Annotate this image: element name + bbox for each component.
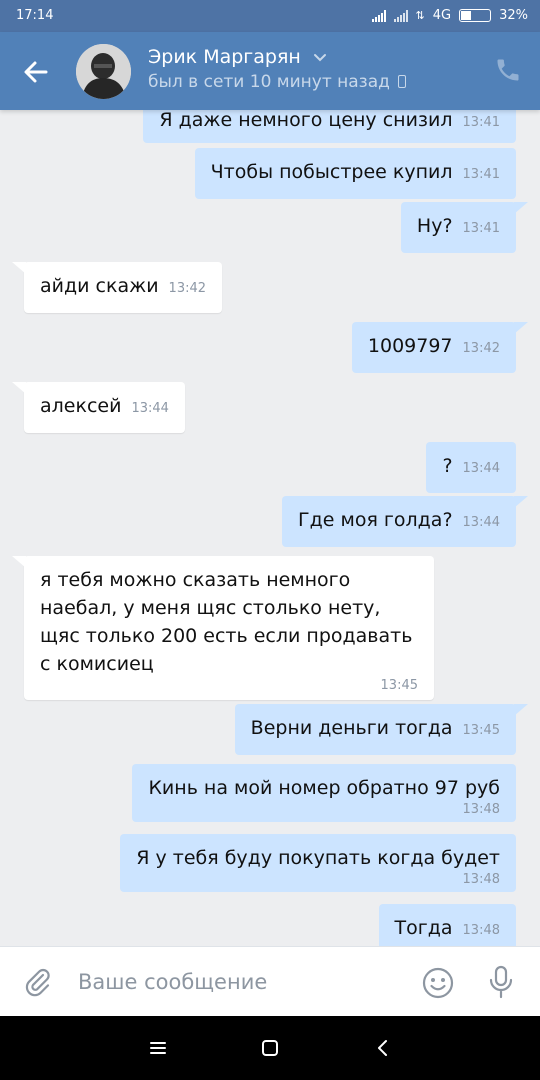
status-time: 17:14 xyxy=(16,8,54,23)
message-time: 13:44 xyxy=(131,401,169,416)
last-seen-text: был в сети 10 минут назад xyxy=(148,72,390,92)
message-text: Где моя голда? xyxy=(298,509,453,531)
message-time: 13:48 xyxy=(462,923,500,938)
battery-percent: 32% xyxy=(499,8,528,23)
contact-name-text: Эрик Маргарян xyxy=(148,46,301,68)
signal-icon-2 xyxy=(393,9,408,22)
bubble-tail xyxy=(12,382,26,394)
message-time: 13:45 xyxy=(462,723,500,738)
message-time: 13:48 xyxy=(462,802,500,817)
message-list[interactable]: Я даже немного цену снизил 13:41 Чтобы по… xyxy=(0,110,540,946)
message-text: ? xyxy=(442,455,453,477)
bubble-tail xyxy=(514,704,528,716)
arrow-left-icon[interactable] xyxy=(18,54,54,90)
message-bubble-incoming[interactable]: алексей 13:44 xyxy=(12,382,185,433)
message-bubble-outgoing[interactable]: Чтобы побыстрее купил 13:41 xyxy=(194,148,516,199)
status-indicators: ⇅ 4G 32% xyxy=(371,8,528,23)
message-time: 13:42 xyxy=(168,281,207,296)
message-text: айди скажи xyxy=(40,275,159,297)
message-text: Чтобы побыстрее купил xyxy=(210,161,453,183)
message-bubble-outgoing[interactable]: Я даже немного цену снизил 13:41 xyxy=(143,110,516,143)
message-text: Я даже немного цену снизил xyxy=(159,110,453,131)
bubble-tail xyxy=(514,496,528,508)
message-text: 1009797 xyxy=(367,335,453,357)
chat-header: Эрик Маргарян был в сети 10 минут назад xyxy=(0,32,540,110)
message-bubble-outgoing[interactable]: Тогда 13:48 xyxy=(378,904,516,946)
phone-icon[interactable] xyxy=(494,56,522,84)
message-time: 13:41 xyxy=(462,115,500,130)
message-composer xyxy=(0,946,540,1016)
message-bubble-outgoing[interactable]: ? 13:44 xyxy=(426,442,516,493)
contact-name[interactable]: Эрик Маргарян xyxy=(148,46,327,68)
chevron-down-icon xyxy=(313,53,326,61)
home-icon[interactable] xyxy=(258,1036,282,1060)
system-nav-bar xyxy=(0,1016,540,1080)
bubble-tail xyxy=(12,262,26,274)
menu-icon[interactable] xyxy=(146,1036,170,1060)
message-time: 13:42 xyxy=(462,341,500,356)
message-text: Верни деньги тогда xyxy=(250,717,453,739)
message-bubble-outgoing[interactable]: Ну? 13:41 xyxy=(400,202,528,253)
message-bubble-incoming[interactable]: айди скажи 13:42 xyxy=(12,262,223,313)
status-bar: 17:14 ⇅ 4G 32% xyxy=(0,0,540,32)
message-bubble-outgoing[interactable]: Где моя голда? 13:44 xyxy=(282,496,528,547)
message-time: 13:44 xyxy=(462,461,500,476)
last-seen: был в сети 10 минут назад xyxy=(148,72,406,92)
bubble-tail xyxy=(12,556,26,568)
bubble-tail xyxy=(514,202,528,214)
message-text: Тогда xyxy=(394,917,453,939)
message-time: 13:41 xyxy=(462,221,500,236)
message-time: 13:45 xyxy=(380,678,418,693)
message-bubble-outgoing[interactable]: Кинь на мой номер обратно 97 руб 13:48 xyxy=(132,764,516,822)
message-time: 13:44 xyxy=(462,515,500,530)
avatar[interactable] xyxy=(76,44,131,99)
back-icon[interactable] xyxy=(371,1036,395,1060)
message-text: Кинь на мой номер обратно 97 руб xyxy=(148,777,500,799)
message-time: 13:41 xyxy=(462,167,500,182)
message-text: Ну? xyxy=(416,215,453,237)
message-bubble-outgoing[interactable]: Я у тебя буду покупать когда будет 13:48 xyxy=(120,834,516,892)
message-text: я тебя можно сказать немного наебал, у м… xyxy=(40,569,413,675)
paperclip-icon[interactable] xyxy=(22,966,54,998)
message-time: 13:48 xyxy=(462,872,500,887)
data-arrows-icon: ⇅ xyxy=(415,9,425,22)
network-type: 4G xyxy=(432,8,452,23)
message-bubble-incoming[interactable]: я тебя можно сказать немного наебал, у м… xyxy=(12,556,434,700)
battery-icon xyxy=(459,9,492,22)
bubble-tail xyxy=(514,322,528,334)
message-text: Я у тебя буду покупать когда будет xyxy=(136,847,500,869)
mobile-device-icon xyxy=(397,75,406,88)
message-bubble-outgoing[interactable]: 1009797 13:42 xyxy=(351,322,528,373)
message-bubble-outgoing[interactable]: Верни деньги тогда 13:45 xyxy=(234,704,528,755)
message-input[interactable] xyxy=(78,961,398,1003)
smiley-icon[interactable] xyxy=(421,966,455,1000)
microphone-icon[interactable] xyxy=(486,964,516,1000)
message-text: алексей xyxy=(40,395,122,417)
signal-icon xyxy=(371,9,386,22)
